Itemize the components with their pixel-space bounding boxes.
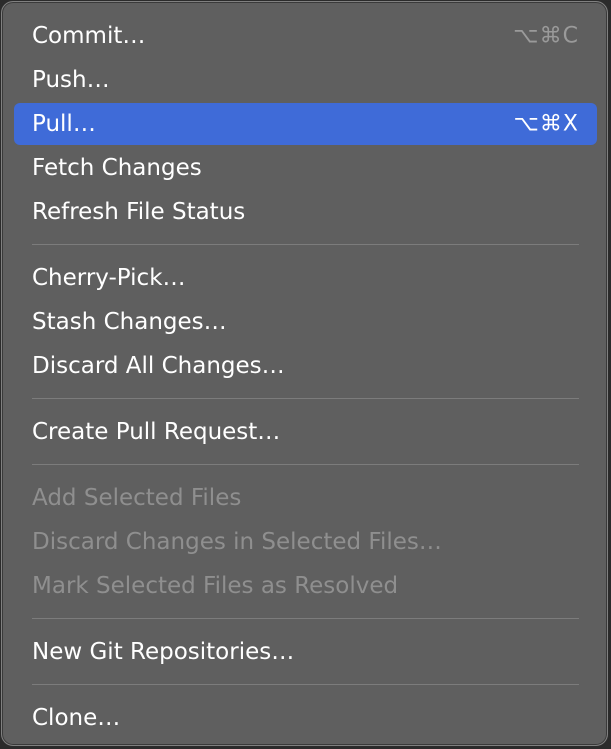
shortcut-label: ⌥⌘X <box>513 111 579 137</box>
git-context-menu: Commit… ⌥⌘C Push… Pull… ⌥⌘X Fetch Change… <box>1 1 608 746</box>
menu-item-refresh-file-status[interactable]: Refresh File Status <box>14 191 597 233</box>
menu-item-label: Commit… <box>32 23 146 49</box>
menu-item-discard-changes-selected-files: Discard Changes in Selected Files… <box>14 521 597 563</box>
menu-item-label: Cherry-Pick… <box>32 265 186 291</box>
menu-separator <box>32 684 579 685</box>
menu-item-fetch-changes[interactable]: Fetch Changes <box>14 147 597 189</box>
menu-item-cherry-pick[interactable]: Cherry-Pick… <box>14 257 597 299</box>
menu-item-pull[interactable]: Pull… ⌥⌘X <box>14 103 597 145</box>
menu-separator <box>32 244 579 245</box>
menu-item-label: Push… <box>32 67 110 93</box>
menu-item-label: Clone… <box>32 705 121 731</box>
menu-item-label: Add Selected Files <box>32 485 242 511</box>
menu-item-mark-selected-files-resolved: Mark Selected Files as Resolved <box>14 565 597 607</box>
menu-item-label: Discard All Changes… <box>32 353 285 379</box>
menu-item-label: New Git Repositories… <box>32 639 295 665</box>
menu-item-label: Mark Selected Files as Resolved <box>32 573 399 599</box>
menu-item-discard-all-changes[interactable]: Discard All Changes… <box>14 345 597 387</box>
menu-separator <box>32 398 579 399</box>
menu-item-push[interactable]: Push… <box>14 59 597 101</box>
menu-item-label: Stash Changes… <box>32 309 227 335</box>
menu-separator <box>32 618 579 619</box>
menu-item-label: Pull… <box>32 111 96 137</box>
menu-item-commit[interactable]: Commit… ⌥⌘C <box>14 15 597 57</box>
menu-separator <box>32 464 579 465</box>
menu-item-new-git-repositories[interactable]: New Git Repositories… <box>14 631 597 673</box>
menu-item-label: Refresh File Status <box>32 199 246 225</box>
menu-item-clone[interactable]: Clone… <box>14 697 597 739</box>
menu-item-add-selected-files: Add Selected Files <box>14 477 597 519</box>
menu-item-label: Discard Changes in Selected Files… <box>32 529 442 555</box>
menu-item-label: Fetch Changes <box>32 155 202 181</box>
menu-item-create-pull-request[interactable]: Create Pull Request… <box>14 411 597 453</box>
shortcut-label: ⌥⌘C <box>513 23 579 49</box>
menu-item-label: Create Pull Request… <box>32 419 281 445</box>
menu-item-stash-changes[interactable]: Stash Changes… <box>14 301 597 343</box>
